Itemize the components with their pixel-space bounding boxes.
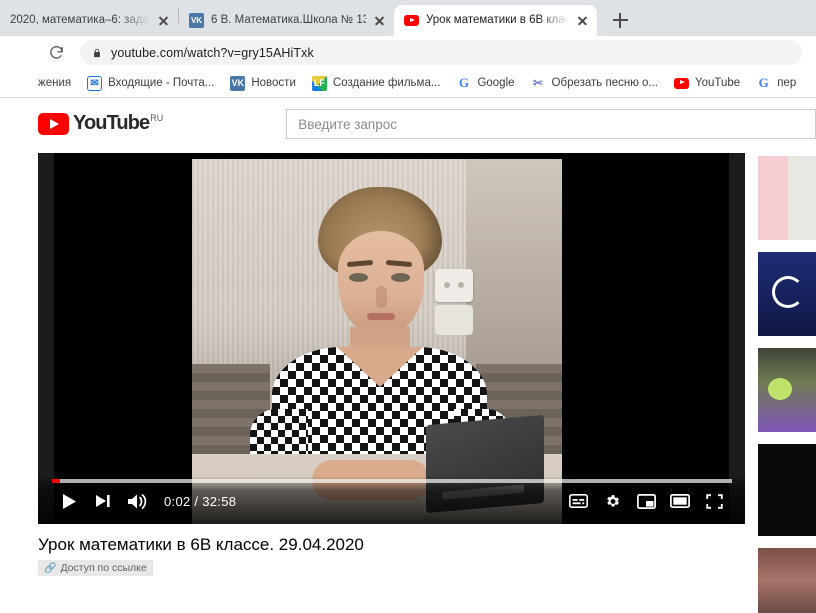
youtube-play-icon [38, 113, 69, 135]
pillarbox-right [729, 153, 745, 524]
related-video-item[interactable] [758, 548, 816, 613]
time-display: 0:02 / 32:58 [164, 493, 237, 509]
privacy-badge-label: Доступ по ссылке [60, 562, 147, 574]
progress-played [52, 479, 61, 483]
related-videos-sidebar [758, 153, 816, 613]
bookmark-label: YouTube [695, 77, 741, 89]
mail-icon: ✉ [87, 75, 103, 91]
bookmark-label: жения [38, 77, 72, 89]
youtube-content: 0:02 / 32:58 Урок математики в 6В классе… [0, 153, 816, 613]
bookmark-item-6[interactable]: YouTube [667, 73, 747, 94]
youtube-masthead: YouTube RU Введите запрос [0, 98, 816, 150]
bookmarks-bar: жения ✉ Входящие - Почта... VK Новости L… [0, 69, 816, 98]
player-controls-left: 0:02 / 32:58 [52, 486, 236, 516]
subtitles-button[interactable] [561, 486, 595, 516]
scissors-icon: ✂ [530, 75, 546, 91]
close-icon[interactable] [154, 12, 172, 30]
bookmark-label: Входящие - Почта... [108, 77, 215, 89]
video-thumbnail [758, 156, 816, 240]
youtube-country-code: RU [150, 113, 164, 123]
link-icon: 🔗 [44, 562, 57, 574]
browser-tab-1[interactable]: 2020, математика–6: задан [0, 5, 178, 36]
related-video-item[interactable] [758, 156, 816, 240]
toolbar: youtube.com/watch?v=gry15AHiTxk [0, 36, 816, 69]
youtube-page: YouTube RU Введите запрос 0:02 / 32:58 У… [0, 98, 816, 613]
google-icon: G [456, 75, 472, 91]
search-input[interactable]: Введите запрос [286, 109, 816, 139]
browser-window: 2020, математика–6: задан VK 6 В. Матема… [0, 0, 816, 613]
address-bar[interactable]: youtube.com/watch?v=gry15AHiTxk [80, 40, 802, 65]
video-thumbnail [758, 348, 816, 432]
eye-left [349, 273, 368, 282]
bookmark-item-4[interactable]: G Google [449, 73, 521, 94]
new-tab-button[interactable] [603, 6, 637, 34]
related-video-item[interactable] [758, 348, 816, 432]
video-title: Урок математики в 6В классе. 29.04.2020 [38, 535, 364, 554]
google-icon: G [756, 75, 772, 91]
youtube-icon [674, 76, 689, 91]
play-button[interactable] [52, 486, 86, 516]
theater-mode-button[interactable] [663, 486, 697, 516]
person-face [338, 231, 424, 335]
video-thumbnail [758, 252, 816, 336]
video-thumbnail [758, 548, 816, 613]
bookmark-item-0[interactable]: жения [2, 74, 78, 92]
next-video-button[interactable] [86, 486, 120, 516]
privacy-badge: 🔗 Доступ по ссылке [38, 560, 153, 576]
eye-right [391, 273, 410, 282]
settings-gear-icon[interactable] [595, 486, 629, 516]
bookmark-label: Google [477, 77, 515, 89]
mouth [367, 313, 395, 320]
wall-outlet-icon [435, 269, 473, 302]
search-placeholder: Введите запрос [298, 116, 397, 132]
player-controls-right [561, 486, 731, 516]
vk-icon: VK [230, 75, 246, 91]
tab-strip: 2020, математика–6: задан VK 6 В. Матема… [0, 0, 816, 36]
lock-icon [92, 47, 103, 59]
miniplayer-button[interactable] [629, 486, 663, 516]
eyebrow-left [346, 259, 374, 268]
reload-icon[interactable] [42, 39, 70, 67]
youtube-icon [404, 13, 419, 28]
video-thumbnail [758, 444, 816, 536]
progress-bar[interactable] [52, 479, 732, 483]
fullscreen-button[interactable] [697, 486, 731, 516]
progress-buffered [52, 479, 732, 483]
youtube-logo[interactable]: YouTube RU [38, 113, 163, 135]
video-frame [192, 159, 562, 524]
bookmark-item-1[interactable]: ✉ Входящие - Почта... [80, 73, 221, 94]
related-video-item[interactable] [758, 444, 816, 536]
eyebrow-right [385, 259, 413, 268]
pillarbox-left [38, 153, 54, 524]
bookmark-label: Обрезать песню о... [551, 77, 658, 89]
nose [376, 286, 387, 308]
video-meta: Урок математики в 6В классе. 29.04.2020 … [38, 534, 745, 576]
bookmark-item-3[interactable]: LF Создание фильма... [305, 73, 448, 94]
bookmark-label: Новости [251, 77, 296, 89]
vk-icon: VK [189, 13, 204, 28]
bookmark-item-5[interactable]: ✂ Обрезать песню о... [524, 73, 665, 94]
close-icon[interactable] [370, 12, 388, 30]
browser-tab-2[interactable]: VK 6 В. Математика.Школа № 130 [179, 5, 394, 36]
bookmark-item-2[interactable]: VK Новости [223, 73, 303, 94]
youtube-wordmark: YouTube [73, 112, 150, 134]
volume-button[interactable] [120, 486, 154, 516]
tab-title: Урок математики в 6В классе. 2 [426, 13, 569, 26]
background-wall-right [466, 159, 562, 374]
wall-outlet-icon-2 [435, 305, 473, 335]
url-text: youtube.com/watch?v=gry15AHiTxk [111, 45, 314, 60]
tab-title: 6 В. Математика.Школа № 130 [211, 13, 366, 26]
tab-title: 2020, математика–6: задан [10, 13, 150, 26]
bookmark-item-7[interactable]: G пер [749, 73, 803, 94]
browser-tab-3-active[interactable]: Урок математики в 6В классе. 2 [394, 5, 597, 36]
related-video-item[interactable] [758, 252, 816, 336]
bookmark-label: Создание фильма... [332, 77, 441, 89]
close-icon[interactable] [573, 12, 591, 30]
player-controls: 0:02 / 32:58 [38, 476, 745, 524]
bookmark-label: пер [777, 77, 797, 89]
movie-maker-icon: LF [311, 75, 327, 91]
video-player[interactable]: 0:02 / 32:58 [38, 153, 745, 524]
